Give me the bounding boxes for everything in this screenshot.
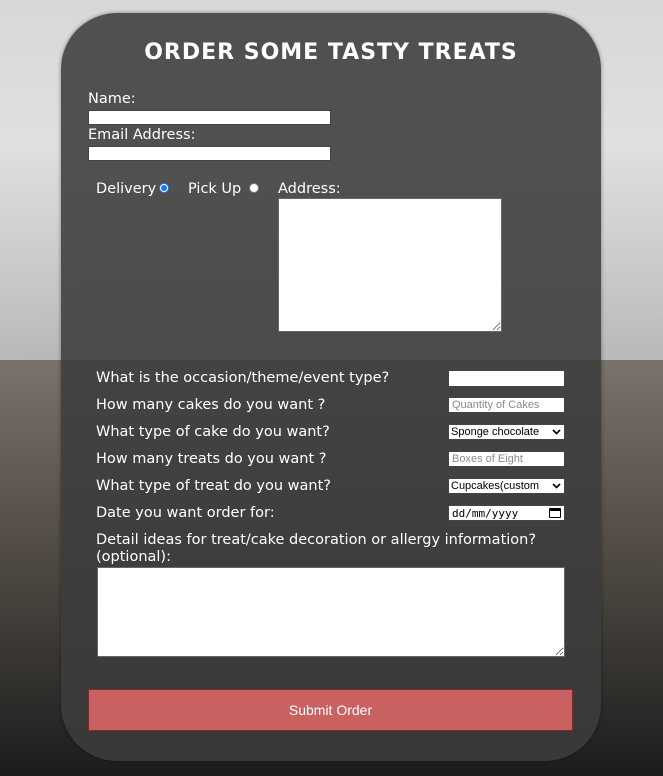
cake-type-select[interactable]: Sponge chocolate	[448, 424, 565, 440]
address-label: Address:	[278, 181, 341, 197]
submit-order-button[interactable]: Submit Order	[88, 689, 573, 731]
delivery-label: Delivery	[96, 181, 157, 197]
treat-quantity-label: How many treats do you want ?	[96, 451, 327, 467]
pickup-radio[interactable]	[249, 183, 259, 193]
cake-quantity-field[interactable]	[448, 397, 565, 413]
cake-type-label: What type of cake do you want?	[96, 424, 330, 440]
treat-quantity-field[interactable]	[448, 451, 565, 467]
pickup-label: Pick Up	[188, 181, 242, 197]
details-label: Detail ideas for treat/cake decoration o…	[96, 532, 537, 565]
order-date-input[interactable]: dd/mm/yyyy	[448, 505, 565, 521]
delivery-radio[interactable]	[159, 183, 169, 193]
calendar-icon[interactable]	[549, 508, 561, 518]
address-textarea[interactable]	[278, 198, 502, 332]
cake-quantity-label: How many cakes do you want ?	[96, 397, 326, 413]
treat-type-label: What type of treat do you want?	[96, 478, 331, 494]
order-date-value: dd/mm/yyyy	[452, 506, 519, 520]
name-field[interactable]	[88, 110, 331, 125]
treat-type-selected: Cupcakes(custom	[451, 480, 540, 492]
name-label: Name:	[88, 91, 136, 107]
details-textarea[interactable]	[97, 567, 565, 657]
email-label: Email Address:	[88, 127, 196, 143]
form-title: ORDER SOME TASTY TREATS	[144, 40, 518, 65]
treat-type-select[interactable]: Cupcakes(custom	[448, 478, 565, 494]
cake-type-selected: Sponge chocolate	[451, 426, 540, 438]
date-label: Date you want order for:	[96, 505, 275, 521]
occasion-field[interactable]	[448, 370, 565, 387]
email-field[interactable]	[88, 146, 331, 161]
occasion-label: What is the occasion/theme/event type?	[96, 370, 390, 386]
chevron-down-icon	[550, 481, 562, 492]
chevron-down-icon	[550, 427, 562, 438]
